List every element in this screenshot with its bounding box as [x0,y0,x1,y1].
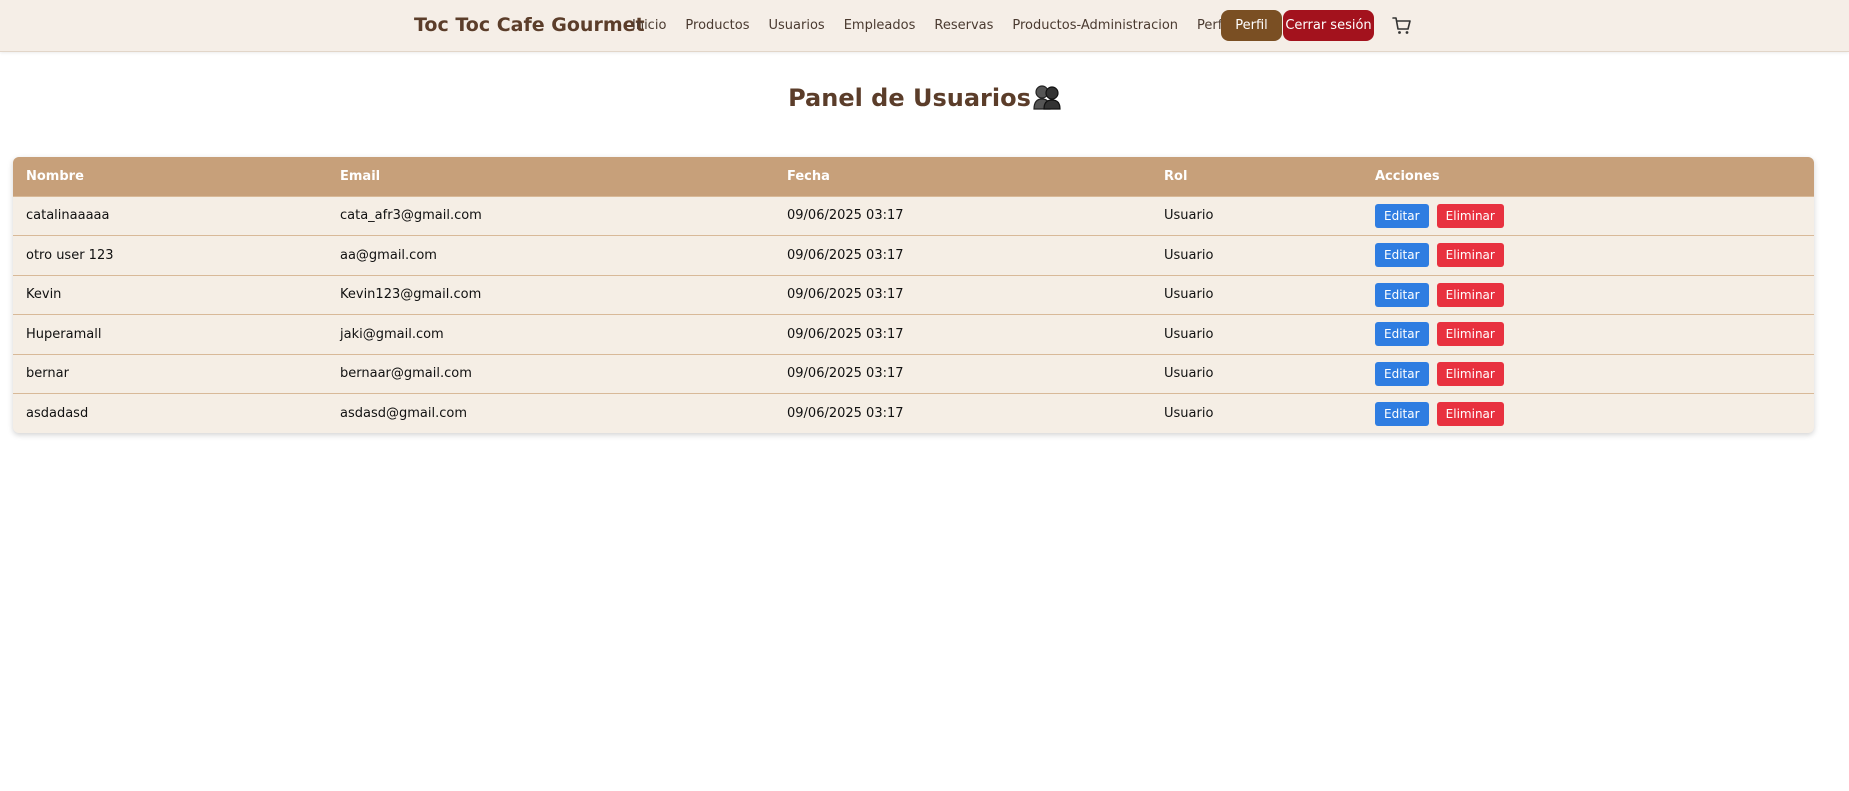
cell-nombre: Huperamall [26,326,102,342]
users-icon [1033,84,1061,116]
cell-fecha: 09/06/2025 03:17 [787,366,904,382]
nav-link-empleados[interactable]: Empleados [844,18,916,33]
edit-button[interactable]: Editar [1375,361,1429,386]
header-fecha: Fecha [787,168,830,184]
nav-link-inicio[interactable]: Inicio [632,18,666,33]
page-title: Panel de Usuarios [0,84,1849,116]
nav-link-reservas[interactable]: Reservas [934,18,993,33]
table-row: otro user 123 aa@gmail.com 09/06/2025 03… [13,235,1814,276]
brand-logo[interactable]: Toc Toc Cafe Gourmet [414,14,645,36]
delete-button[interactable]: Eliminar [1436,322,1504,347]
cell-rol: Usuario [1164,326,1214,342]
nav-link-productos[interactable]: Productos [685,18,749,33]
cell-nombre: bernar [26,366,69,382]
users-table: Nombre Email Fecha Rol Acciones catalina… [13,157,1814,433]
delete-button[interactable]: Eliminar [1436,361,1504,386]
cell-nombre: Kevin [26,287,62,303]
navbar: Toc Toc Cafe Gourmet Inicio Productos Us… [0,0,1849,52]
cell-rol: Usuario [1164,287,1214,303]
table-row: Kevin Kevin123@gmail.com 09/06/2025 03:1… [13,275,1814,315]
nav-links: Inicio Productos Usuarios Empleados Rese… [632,18,1249,33]
edit-button[interactable]: Editar [1375,243,1429,268]
table-row: asdadasd asdasd@gmail.com 09/06/2025 03:… [13,393,1814,434]
cell-nombre: otro user 123 [26,247,114,263]
cell-rol: Usuario [1164,208,1214,224]
table-row: catalinaaaaa cata_afr3@gmail.com 09/06/2… [13,196,1814,236]
cell-fecha: 09/06/2025 03:17 [787,326,904,342]
delete-button[interactable]: Eliminar [1436,203,1504,228]
cell-rol: Usuario [1164,247,1214,263]
header-rol: Rol [1164,168,1188,184]
table-row: Huperamall jaki@gmail.com 09/06/2025 03:… [13,314,1814,355]
cart-icon[interactable] [1392,16,1412,36]
page-title-text: Panel de Usuarios [788,84,1031,112]
cell-email: asdasd@gmail.com [340,406,467,421]
header-acciones: Acciones [1375,168,1440,184]
cell-acciones: Editar Eliminar [1362,354,1814,394]
delete-button[interactable]: Eliminar [1436,243,1504,268]
cell-nombre: catalinaaaaa [26,208,110,224]
cell-acciones: Editar Eliminar [1362,236,1814,276]
cell-acciones: Editar Eliminar [1362,275,1814,315]
edit-button[interactable]: Editar [1375,401,1429,426]
header-email: Email [340,168,381,184]
cell-email: Kevin123@gmail.com [340,287,482,303]
cell-rol: Usuario [1164,406,1214,421]
cell-email: bernaar@gmail.com [340,366,472,382]
delete-button[interactable]: Eliminar [1436,401,1504,426]
cell-email: aa@gmail.com [340,247,437,263]
edit-button[interactable]: Editar [1375,322,1429,347]
cell-acciones: Editar Eliminar [1362,315,1814,355]
logout-button[interactable]: Cerrar sesión [1283,10,1374,41]
nav-link-usuarios[interactable]: Usuarios [769,18,825,33]
cell-fecha: 09/06/2025 03:17 [787,287,904,303]
table-header-row: Nombre Email Fecha Rol Acciones [13,157,1814,196]
perfil-button[interactable]: Perfil [1221,10,1282,41]
cell-acciones: Editar Eliminar [1362,196,1814,236]
cell-fecha: 09/06/2025 03:17 [787,406,904,421]
cell-nombre: asdadasd [26,406,89,421]
cell-acciones: Editar Eliminar [1362,394,1814,434]
cell-fecha: 09/06/2025 03:17 [787,247,904,263]
header-nombre: Nombre [26,168,84,184]
cell-fecha: 09/06/2025 03:17 [787,208,904,224]
delete-button[interactable]: Eliminar [1436,282,1504,307]
cell-email: cata_afr3@gmail.com [340,208,482,224]
table-row: bernar bernaar@gmail.com 09/06/2025 03:1… [13,354,1814,394]
edit-button[interactable]: Editar [1375,203,1429,228]
nav-link-productos-administracion[interactable]: Productos-Administracion [1012,18,1178,33]
cell-email: jaki@gmail.com [340,326,444,342]
cell-rol: Usuario [1164,366,1214,382]
edit-button[interactable]: Editar [1375,282,1429,307]
